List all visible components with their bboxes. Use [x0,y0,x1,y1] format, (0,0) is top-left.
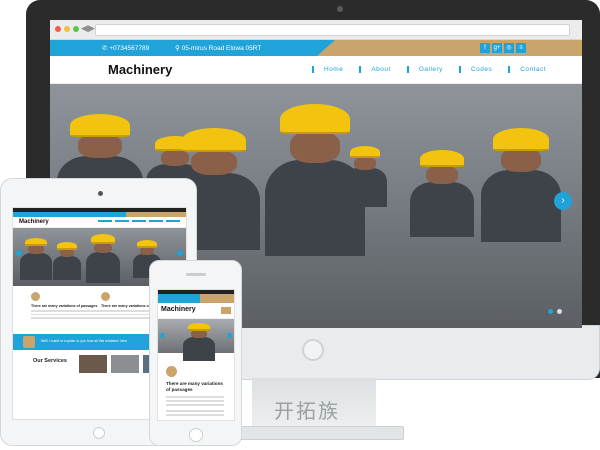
site-topbar: ✆ +0734567789 ⚲ 05-mirus Road Elowa 05RT… [50,40,582,56]
share-icon[interactable]: ≡ [516,43,526,53]
phone-hero-image [158,319,234,361]
banner-text: Well I made to explain to you how all th… [41,339,127,343]
main-nav: Home About Gallery Codes Contact [312,66,562,73]
slider-pager [548,309,562,314]
site-logo[interactable]: Machinery [108,62,172,77]
browser-toolbar: ◀ ▶ [50,20,582,40]
slider-dot-active[interactable] [548,309,553,314]
feature-icon [31,292,40,301]
tablet-slider-prev[interactable] [16,250,22,256]
worker-figure [183,323,215,361]
phone-slider-next[interactable] [227,333,232,338]
nav-gallery[interactable]: Gallery [406,66,453,73]
tablet-feature-1: There are many variations of passages [31,292,103,319]
phone-number: +0734567789 [109,45,150,52]
service-image[interactable] [111,355,139,373]
location-pin-icon: ⚲ [175,45,180,52]
minimize-window-icon[interactable] [64,26,70,32]
phone-info: ✆ +0734567789 [102,44,149,52]
phone-screen: Machinery There are many variations of p… [157,289,235,421]
close-window-icon[interactable] [55,26,61,32]
nav-contact[interactable]: Contact [508,66,556,73]
instagram-icon[interactable]: ◎ [504,43,514,53]
worker-figure [410,150,474,238]
phone-home-button [189,428,203,442]
feature-title: There are many variations of passages [31,304,98,308]
phone-icon: ✆ [102,45,108,52]
phone-device: Machinery There are many variations of p… [149,260,242,446]
tablet-nav [98,220,180,222]
worker-figure [56,114,144,228]
phone-header: Machinery [158,303,234,319]
worker-figure [52,242,82,280]
facebook-icon[interactable]: f [480,43,490,53]
monitor-power-button [302,339,324,361]
google-plus-icon[interactable]: g+ [492,43,502,53]
tablet-site-logo[interactable]: Machinery [19,219,49,225]
phone-slider-prev[interactable] [160,333,165,338]
address-info: ⚲ 05-mirus Road Elowa 05RT [175,44,261,52]
maximize-window-icon[interactable] [73,26,79,32]
worker-figure-center [264,104,366,256]
nav-about[interactable]: About [359,66,401,73]
topbar-social-panel [317,40,582,56]
worker-figure [85,234,121,284]
feature-icon [166,366,177,377]
phone-feature-title: There are many variations of passages [166,381,223,392]
worker-figure [480,128,562,242]
nav-home[interactable]: Home [312,66,353,73]
phone-site-logo[interactable]: Machinery [161,306,196,313]
monitor-stand-base [228,426,404,440]
phone-topbar [158,294,234,303]
tablet-header: Machinery [13,217,186,228]
site-header: Machinery Home About Gallery Codes Conta… [50,56,582,84]
back-arrow-icon[interactable]: ◀ [81,23,88,34]
speaker-icon [186,273,206,276]
services-heading: Our Services [33,358,67,364]
watermark-text: 开拓族 [274,399,340,423]
tablet-home-button [93,427,105,439]
address-bar[interactable] [95,24,570,36]
tablet-slider-next[interactable] [177,250,183,256]
worker-figure [20,238,52,280]
slider-dot[interactable] [557,309,562,314]
service-image[interactable] [79,355,107,373]
worker-figure [132,240,162,278]
worker-figure [343,146,387,207]
address-text: 05-mirus Road Elowa 05RT [181,45,262,52]
nav-codes[interactable]: Codes [458,66,502,73]
camera-icon [98,191,103,196]
hamburger-menu-icon[interactable] [221,307,231,314]
forward-arrow-icon[interactable]: ▶ [88,23,95,34]
banner-icon [23,336,35,348]
feature-icon [101,292,110,301]
slider-next-button[interactable]: › [554,192,572,210]
camera-icon [337,6,343,12]
